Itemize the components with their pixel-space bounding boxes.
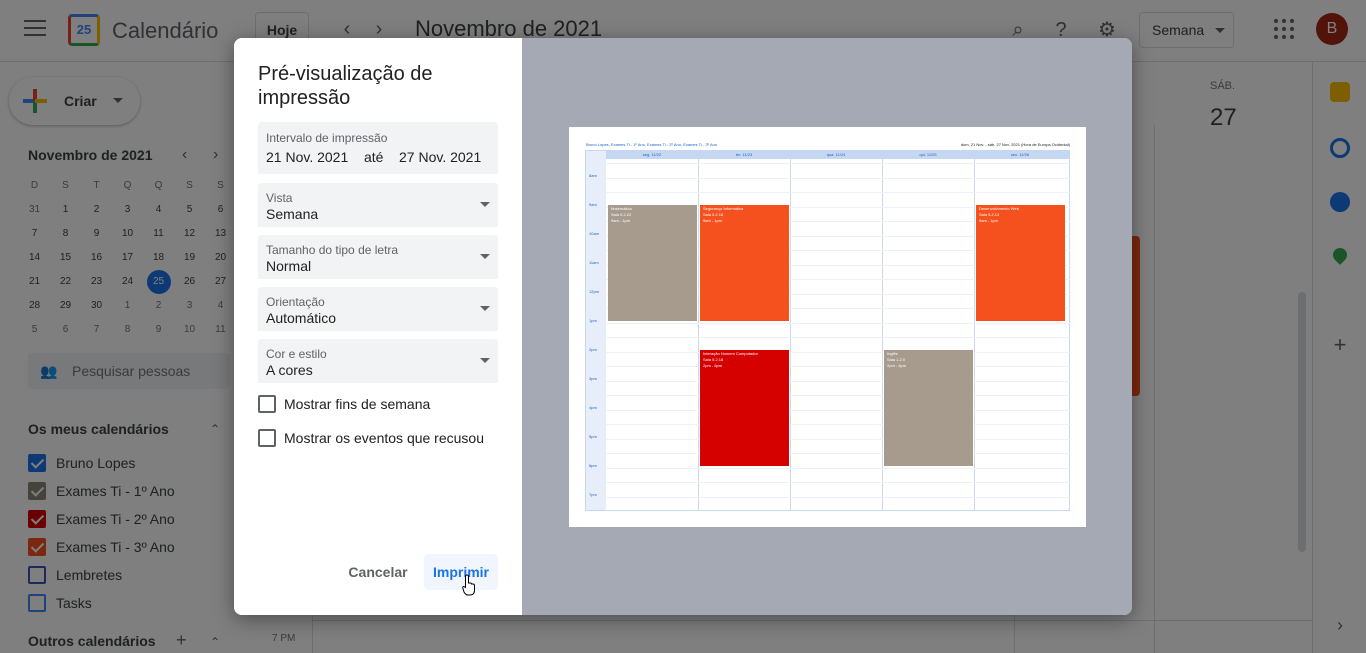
preview-row-line (606, 409, 1070, 411)
color-style-select-field[interactable]: Cor e estilo A cores (258, 339, 498, 383)
preview-row-line (606, 467, 1070, 469)
print-range-from[interactable]: 21 Nov. 2021 (266, 149, 348, 165)
preview-day-label: qua. 11/24 (826, 152, 846, 157)
preview-time-label: 6pm (589, 463, 597, 468)
preview-time-label: 10am (589, 231, 600, 236)
print-button[interactable]: Imprimir (424, 554, 498, 590)
preview-row-line (606, 351, 1070, 353)
preview-row-line (606, 380, 1070, 382)
preview-column-line (790, 159, 791, 510)
preview-time-label: 9am (589, 202, 597, 207)
preview-time-label: 12pm (589, 289, 600, 294)
print-range-field[interactable]: Intervalo de impressão 21 Nov. 2021 até … (258, 122, 498, 174)
orientation-select-field[interactable]: Orientação Automático (258, 287, 498, 331)
print-preview-area: Bruno Lopes, Exames Ti - 1º Ano, Exames … (522, 38, 1132, 615)
font-size-select-field[interactable]: Tamanho do tipo de letra Normal (258, 235, 498, 279)
preview-event-time: 2pm - 6pm (703, 363, 723, 368)
preview-day-label: ter. 11/23 (735, 152, 753, 157)
preview-time-label: 5pm (589, 434, 597, 439)
show-weekends-checkbox[interactable]: Mostrar fins de semana (258, 395, 518, 415)
preview-time-column: 8am 9am 10am 11am 12pm 1pm 2pm 3pm 4pm 5pm 6pm 7pm (586, 151, 606, 510)
preview-time-label: 3pm (589, 376, 597, 381)
show-weekends-label: Mostrar fins de semana (284, 396, 431, 412)
print-options-panel: Pré-visualização de impressão Intervalo … (234, 38, 522, 615)
preview-row-line (606, 482, 1070, 483)
font-size-value: Normal (266, 258, 312, 274)
preview-row-line (606, 496, 1070, 498)
preview-column-line (974, 159, 975, 510)
preview-event-time: 9am - 1pm (703, 218, 723, 223)
preview-row-line (606, 366, 1070, 367)
preview-date-range: dom. 21 Nov. - sáb. 27 Nov. 2021 (Hora d… (960, 142, 1070, 147)
preview-event: Inglês Sala 1.2.5 2pm - 6pm (884, 350, 973, 466)
preview-event-time: 2pm - 6pm (887, 363, 907, 368)
dialog-title: Pré-visualização de impressão (258, 63, 433, 109)
color-style-value: A cores (266, 362, 313, 378)
preview-event: Segurança Informática Sala 5.2.18 9am - 1p… (700, 205, 789, 321)
dropdown-arrow-icon (480, 358, 490, 368)
dropdown-arrow-icon (480, 202, 490, 212)
preview-row-line (606, 322, 1070, 324)
preview-day-label: seg. 11/22 (642, 152, 662, 157)
dropdown-arrow-icon (480, 306, 490, 316)
print-range-to[interactable]: 27 Nov. 2021 (399, 149, 481, 165)
preview-row-line (606, 163, 1070, 164)
preview-event-time: 9am - 1pm (611, 218, 631, 223)
dropdown-arrow-icon (480, 254, 490, 264)
preview-event: Desenvolvimento Web Sala 5.2.13 9am - 1pm (976, 205, 1065, 321)
preview-row-line (606, 192, 1070, 193)
orientation-value: Automático (266, 310, 337, 326)
font-size-label: Tamanho do tipo de letra (266, 243, 399, 257)
preview-row-line (606, 177, 1070, 179)
cancel-button[interactable]: Cancelar (340, 554, 416, 590)
preview-row-line (606, 438, 1070, 440)
preview-time-label: 11am (589, 260, 599, 265)
preview-time-label: 4pm (589, 405, 597, 410)
checkbox-icon[interactable] (258, 429, 276, 447)
preview-page: Bruno Lopes, Exames Ti - 1º Ano, Exames … (569, 127, 1086, 527)
preview-row-line (606, 453, 1070, 454)
orientation-label: Orientação (266, 295, 325, 309)
preview-day-header: seg. 11/22 ter. 11/23 qua. 11/24 qui. 11/25… (606, 151, 1070, 159)
print-range-separator: até (364, 149, 384, 165)
preview-row-line (606, 424, 1070, 425)
view-select-field[interactable]: Vista Semana (258, 183, 498, 227)
hand-cursor-icon (462, 574, 475, 596)
color-style-label: Cor e estilo (266, 347, 327, 361)
show-declined-checkbox[interactable]: Mostrar os eventos que recusou (258, 429, 518, 449)
checkbox-icon[interactable] (258, 395, 276, 413)
preview-column-line (882, 159, 883, 510)
preview-row-line (606, 337, 1070, 338)
preview-event: Matemática Sala 5.2.22 9am - 1pm (608, 205, 697, 321)
preview-day-label: qui. 11/25 (919, 152, 937, 157)
preview-day-label: sex. 11/26 (1010, 152, 1030, 157)
print-range-label: Intervalo de impressão (266, 131, 388, 145)
show-declined-label: Mostrar os eventos que recusou (284, 430, 484, 446)
preview-time-label: 2pm (589, 347, 597, 352)
preview-event: Interação Homem Computador Sala 5.2.18 2pm… (700, 350, 789, 466)
preview-column-line (698, 159, 699, 510)
preview-time-label: 1pm (589, 318, 597, 323)
view-field-label: Vista (266, 191, 293, 205)
preview-calendar-names: Bruno Lopes, Exames Ti - 1º Ano, Exames … (586, 142, 718, 147)
preview-event-time: 9am - 1pm (979, 218, 999, 223)
view-field-value: Semana (266, 206, 319, 222)
preview-time-label: 8am (589, 173, 597, 178)
preview-row-line (606, 395, 1070, 396)
preview-time-label: 7pm (589, 492, 597, 497)
print-preview-dialog: Pré-visualização de impressão Intervalo … (234, 38, 1132, 615)
preview-week-grid: 8am 9am 10am 11am 12pm 1pm 2pm 3pm 4pm 5pm 6pm 7pm … (585, 150, 1070, 511)
